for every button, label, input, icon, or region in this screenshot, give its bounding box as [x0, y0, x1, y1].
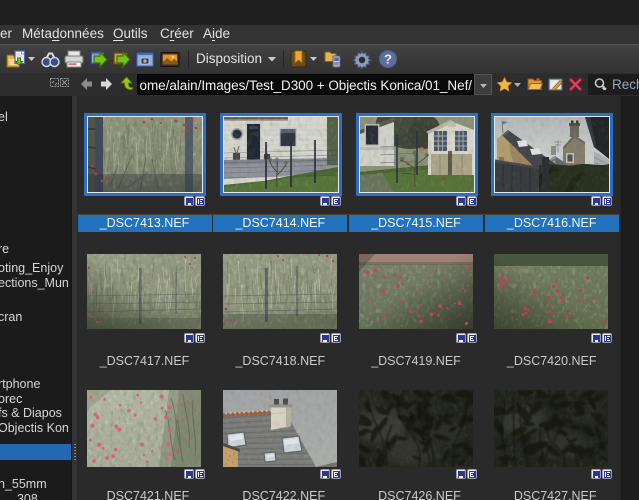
svg-text:?: ?: [384, 52, 392, 67]
